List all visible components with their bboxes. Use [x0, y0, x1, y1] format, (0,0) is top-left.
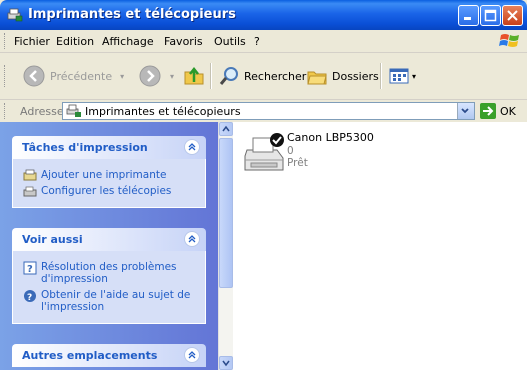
scroll-down-button[interactable] [219, 356, 233, 370]
minimize-icon [464, 17, 471, 20]
forward-button[interactable]: ▾ [138, 63, 174, 89]
add-printer-task[interactable]: Ajouter une imprimante [13, 169, 205, 181]
up-folder-button[interactable] [182, 63, 206, 89]
address-input[interactable]: Imprimantes et télécopieurs [62, 102, 475, 120]
up-folder-icon [184, 66, 204, 85]
window-title: Imprimantes et télécopieurs [28, 7, 236, 22]
fax-icon [23, 186, 37, 197]
menu-grip [4, 33, 8, 49]
scroll-thumb[interactable] [219, 138, 233, 288]
help-icon: ? [23, 261, 37, 275]
search-icon [219, 67, 238, 85]
close-icon [507, 10, 518, 21]
see-also-body: ? Résolution des problèmes d'impression … [12, 251, 206, 324]
address-grip [4, 103, 8, 119]
minimize-button[interactable] [458, 5, 479, 26]
maximize-button[interactable] [480, 5, 501, 26]
toolbar-separator-2 [380, 63, 382, 89]
chevron-down-icon [222, 360, 230, 367]
forward-dropdown-icon[interactable]: ▾ [170, 72, 174, 81]
menu-affichage[interactable]: Affichage [102, 35, 154, 48]
help-globe-icon: ? [24, 290, 36, 303]
menu-favoris[interactable]: Favoris [164, 35, 203, 48]
collapse-chevron-icon[interactable] [184, 139, 200, 155]
address-bar: Adresse Imprimantes et télécopieurs OK [0, 100, 527, 122]
views-dropdown-icon[interactable]: ▾ [412, 72, 416, 81]
configure-fax-label: Configurer les télécopies [41, 185, 172, 197]
other-places-panel: Autres emplacements [12, 344, 206, 367]
printing-help-link[interactable]: ? Obtenir de l'aide au sujet de l'impres… [13, 289, 205, 313]
other-places-title: Autres emplacements [22, 349, 158, 362]
back-dropdown-icon[interactable]: ▾ [120, 72, 124, 81]
printer-status: Prêt [287, 157, 308, 169]
printer-icon [244, 133, 284, 171]
task-pane-scrollbar[interactable] [218, 122, 233, 370]
folders-button[interactable]: Dossiers [306, 63, 379, 89]
toolbar: Précédente ▾ ▾ Rechercher Dossiers ▾ [0, 53, 527, 100]
scroll-up-button[interactable] [219, 122, 233, 136]
svg-text:?: ? [27, 293, 32, 303]
print-tasks-body: Ajouter une imprimante Configurer les té… [12, 159, 206, 208]
other-places-header[interactable]: Autres emplacements [12, 344, 206, 367]
menu-fichier[interactable]: Fichier [14, 35, 50, 48]
explorer-window: Imprimantes et télécopieurs Fichier Edit… [0, 0, 527, 370]
chevron-up-icon [222, 125, 230, 132]
folders-icon [307, 71, 327, 85]
menu-outils[interactable]: Outils [214, 35, 246, 48]
menu-help[interactable]: ? [254, 35, 260, 48]
print-tasks-header[interactable]: Tâches d'impression [12, 136, 206, 159]
go-label[interactable]: OK [500, 105, 516, 118]
back-arrow-icon [23, 65, 45, 87]
print-tasks-panel: Tâches d'impression Ajouter une impriman… [12, 136, 206, 208]
search-label: Rechercher [244, 69, 307, 83]
task-pane: Tâches d'impression Ajouter une impriman… [0, 122, 218, 370]
menu-edition[interactable]: Edition [56, 35, 94, 48]
go-arrow-icon [483, 106, 494, 116]
toolbar-grip [4, 65, 8, 87]
address-dropdown-button[interactable] [457, 103, 474, 119]
printer-name: Canon LBP5300 [287, 131, 374, 144]
search-button[interactable]: Rechercher [218, 63, 306, 89]
add-printer-label: Ajouter une imprimante [41, 169, 167, 181]
print-tasks-title: Tâches d'impression [22, 141, 148, 154]
printing-help-label: Obtenir de l'aide au sujet de l'impressi… [41, 289, 191, 313]
troubleshoot-printing-link[interactable]: ? Résolution des problèmes d'impression [13, 261, 205, 285]
see-also-panel: Voir aussi ? Résolution des problèmes d'… [12, 228, 206, 324]
printer-documents: 0 [287, 145, 294, 157]
forward-arrow-icon [139, 65, 161, 87]
address-value: Imprimantes et télécopieurs [85, 105, 241, 118]
views-button[interactable]: ▾ [388, 63, 416, 89]
collapse-chevron-icon[interactable] [184, 231, 200, 247]
printer-fax-small-icon [66, 104, 81, 117]
folders-label: Dossiers [332, 69, 379, 83]
see-also-header[interactable]: Voir aussi [12, 228, 206, 251]
collapse-chevron-icon[interactable] [184, 347, 200, 363]
svg-text:?: ? [27, 264, 33, 275]
toolbar-separator [210, 63, 212, 89]
see-also-title: Voir aussi [22, 233, 83, 246]
go-button[interactable] [480, 103, 496, 119]
troubleshoot-printing-label: Résolution des problèmes d'impression [41, 261, 177, 285]
windows-logo-icon [499, 34, 519, 47]
add-printer-icon [23, 169, 37, 181]
menu-bar: Fichier Edition Affichage Favoris Outils… [0, 30, 527, 53]
views-icon [389, 68, 409, 84]
printer-list: Canon LBP5300 0 Prêt [233, 122, 527, 370]
back-label: Précédente [50, 69, 113, 83]
printer-fax-icon [7, 8, 23, 22]
configure-fax-task[interactable]: Configurer les télécopies [13, 185, 205, 197]
title-bar[interactable]: Imprimantes et télécopieurs [0, 0, 527, 30]
maximize-icon [484, 9, 497, 22]
chevron-down-icon [461, 108, 469, 114]
close-button[interactable] [502, 5, 523, 26]
address-label: Adresse [20, 105, 64, 118]
back-button[interactable]: Précédente ▾ [22, 63, 124, 89]
